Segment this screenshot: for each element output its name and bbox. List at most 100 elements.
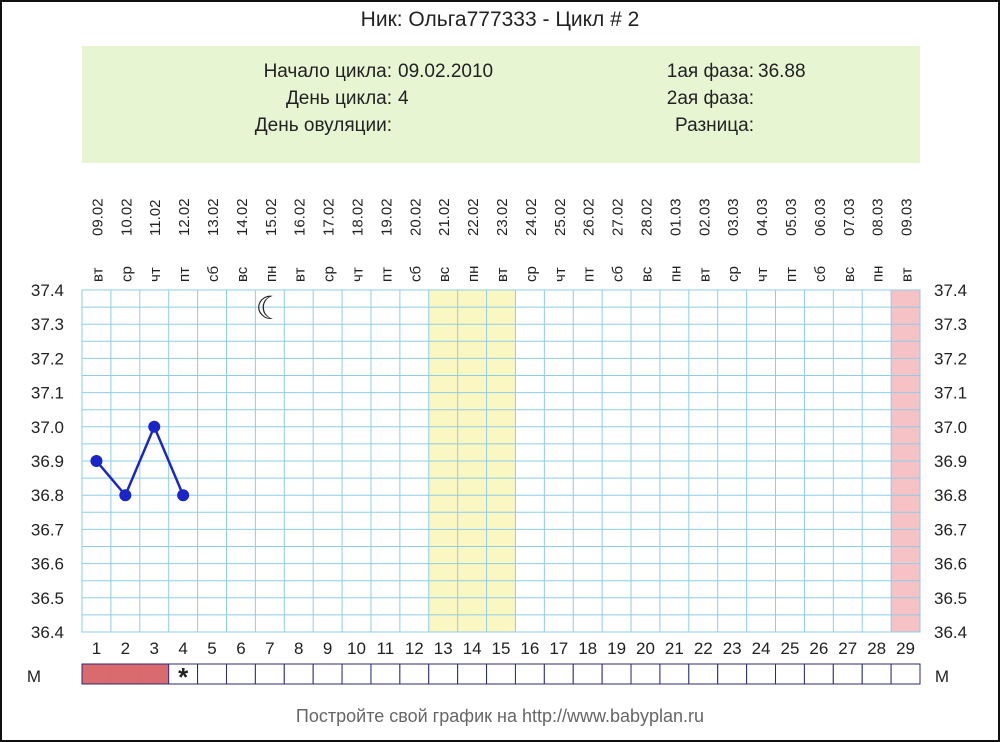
day-number-label: 10 <box>347 639 366 658</box>
day-number-label: 7 <box>265 639 274 658</box>
y-tick-label-left: 37.3 <box>31 315 64 334</box>
day-number-label: 14 <box>463 639 482 658</box>
y-tick-label-right: 36.6 <box>934 555 967 574</box>
menses-cell <box>139 663 170 685</box>
menses-label-right: М <box>935 667 949 686</box>
date-label: 06.03 <box>812 198 829 236</box>
menses-cell <box>283 663 314 685</box>
day-number-label: 4 <box>178 639 187 658</box>
temperature-point <box>90 455 103 467</box>
date-label: 22.02 <box>465 198 482 236</box>
y-tick-label-right: 37.4 <box>934 281 967 300</box>
weekday-label: вс <box>234 266 251 282</box>
y-tick-label-right: 36.5 <box>934 589 967 608</box>
date-label: 17.02 <box>321 198 338 236</box>
menses-cell <box>803 663 834 685</box>
day-number-label: 28 <box>867 639 886 658</box>
menses-cell <box>832 663 863 685</box>
date-label: 23.02 <box>494 198 511 236</box>
date-label: 02.03 <box>696 198 713 236</box>
weekday-label: сб <box>407 266 424 282</box>
day-number-label: 22 <box>694 639 713 658</box>
weekday-label: вс <box>436 266 453 282</box>
weekday-label: сб <box>205 266 222 282</box>
menses-cell <box>399 663 430 685</box>
day-number-label: 3 <box>150 639 159 658</box>
weekday-label: пт <box>783 267 800 282</box>
date-label: 11.02 <box>147 200 164 236</box>
menses-cell <box>890 663 921 685</box>
menses-cell <box>370 663 401 685</box>
date-label: 08.03 <box>870 198 887 236</box>
day-number-label: 26 <box>809 639 828 658</box>
day-number-label: 18 <box>578 639 597 658</box>
day-number-label: 27 <box>838 639 857 658</box>
day-number-label: 20 <box>636 639 655 658</box>
date-label: 09.03 <box>899 198 916 236</box>
y-tick-label-left: 36.8 <box>31 486 64 505</box>
weekday-label: чт <box>147 267 164 282</box>
menses-cell <box>601 663 632 685</box>
y-tick-label-right: 37.1 <box>934 384 967 403</box>
moon-icon: ☾ <box>255 289 284 327</box>
menses-cell <box>717 663 748 685</box>
y-tick-label-left: 36.6 <box>31 555 64 574</box>
y-tick-label-left: 36.4 <box>31 623 64 642</box>
weekday-label: вс <box>638 266 655 282</box>
day-number-label: 23 <box>723 639 742 658</box>
menses-cell <box>861 663 892 685</box>
menses-cell <box>225 663 256 685</box>
weekday-label: пн <box>263 266 280 282</box>
date-label: 19.02 <box>378 198 395 236</box>
date-label: 09.02 <box>89 198 106 236</box>
day-number-label: 11 <box>377 639 395 658</box>
weekday-label: пн <box>667 266 684 282</box>
day-number-label: 15 <box>492 639 511 658</box>
day-number-label: 9 <box>323 639 332 658</box>
menses-cell <box>630 663 661 685</box>
weekday-label: сб <box>610 266 627 282</box>
date-label: 21.02 <box>436 198 453 236</box>
temperature-point <box>119 489 132 502</box>
day-number-label: 29 <box>896 639 915 658</box>
weekday-label: чт <box>552 267 569 282</box>
menses-cell <box>775 663 805 685</box>
day-number-label: 21 <box>665 639 684 658</box>
menses-cell <box>341 663 372 685</box>
menses-cell <box>688 663 719 685</box>
y-tick-label-left: 36.5 <box>31 589 64 608</box>
temperature-point <box>177 489 190 502</box>
day-number-label: 8 <box>294 639 303 658</box>
weekday-label: пн <box>870 266 887 282</box>
menses-cell <box>457 663 488 685</box>
date-label: 13.02 <box>205 198 222 236</box>
day-number-label: 1 <box>92 639 101 658</box>
weekday-label: ср <box>523 266 540 282</box>
day-number-label: 16 <box>520 639 539 658</box>
date-label: 16.02 <box>292 198 309 236</box>
weekday-label: пт <box>378 267 395 282</box>
y-tick-label-left: 37.2 <box>31 349 64 368</box>
y-tick-label-right: 36.9 <box>934 452 967 471</box>
menses-cell <box>543 663 574 685</box>
weekday-label: вт <box>89 267 106 282</box>
y-tick-label-right: 36.4 <box>934 623 967 642</box>
weekday-label: ср <box>118 266 135 282</box>
y-tick-label-left: 36.9 <box>31 452 64 471</box>
date-label: 27.02 <box>610 198 627 236</box>
weekday-label: пт <box>581 267 598 282</box>
date-label: 04.03 <box>754 198 771 236</box>
star-icon: * <box>178 662 189 692</box>
day-number-label: 17 <box>549 639 568 658</box>
date-label: 25.02 <box>552 198 569 236</box>
day-number-label: 24 <box>752 639 771 658</box>
day-number-label: 13 <box>434 639 453 658</box>
menses-label-left: М <box>27 667 41 686</box>
weekday-label: чт <box>350 267 367 282</box>
temperature-chart: 37.4 37.4 37.3 37.3 37.2 37.2 37.1 37.1 37.0 37.0… <box>27 198 967 692</box>
menses-cell <box>572 663 603 685</box>
date-label: 12.02 <box>176 198 193 236</box>
day-number-label: 2 <box>121 639 130 658</box>
weekday-label: ср <box>321 266 338 282</box>
menses-cell <box>746 663 777 685</box>
